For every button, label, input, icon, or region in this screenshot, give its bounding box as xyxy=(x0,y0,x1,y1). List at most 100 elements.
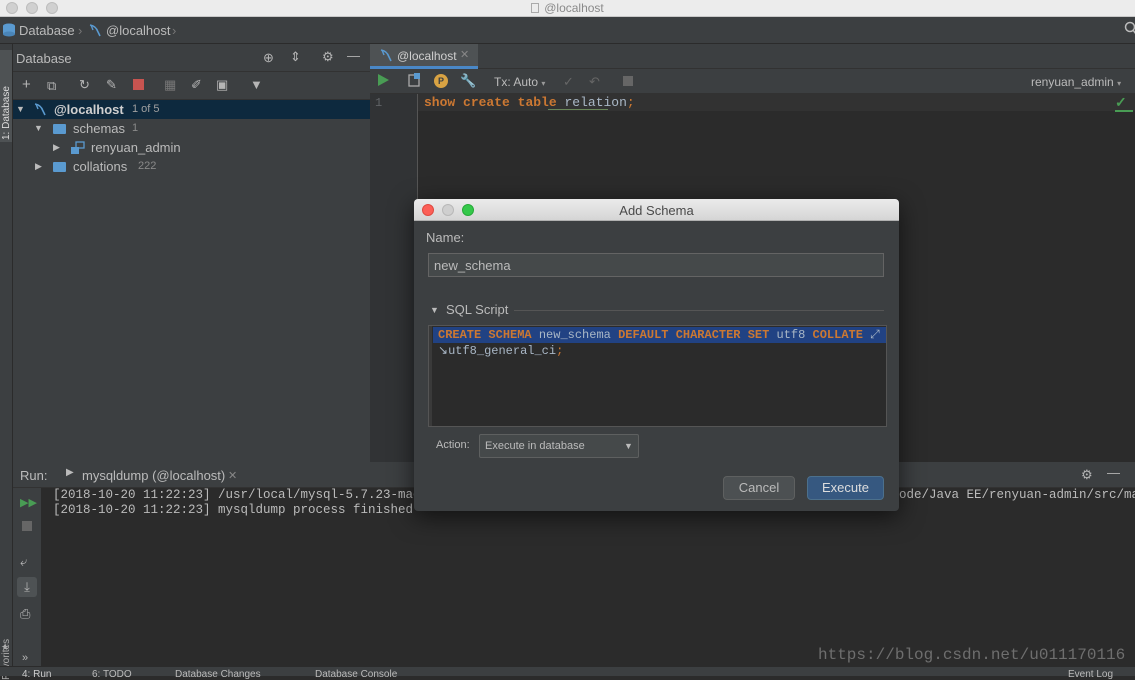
transaction-mode-dropdown[interactable]: Tx: Auto ▾ xyxy=(494,75,545,89)
sql-keyword: DEFAULT xyxy=(618,328,669,342)
breadcrumb-localhost[interactable]: @localhost xyxy=(106,23,171,38)
editor-toolbar: P 🔧 Tx: Auto ▾ ✓ ↶ renyuan_admin ▾ xyxy=(370,69,1135,94)
parameters-icon[interactable]: P xyxy=(434,74,448,88)
chevron-down-icon[interactable]: ▼ xyxy=(430,305,439,315)
more-icon[interactable]: » xyxy=(22,650,28,666)
stop-icon[interactable] xyxy=(623,76,633,86)
database-panel: Database ⊕ ⇕ ⚙ — + ⧉ ↻ ✎ ▦ ✐ ▣ ▼ ▼ @loca… xyxy=(13,44,370,462)
schema-selector[interactable]: renyuan_admin ▾ xyxy=(1031,75,1121,89)
preview-gutter xyxy=(429,326,432,426)
todo-tool-tab[interactable]: 6: TODO xyxy=(92,670,132,680)
chevron-down-icon[interactable]: ▼ xyxy=(16,100,25,119)
tree-item-renyuan-admin[interactable]: ▶ renyuan_admin xyxy=(13,138,370,157)
chevron-down-icon: ▾ xyxy=(1117,79,1122,88)
tree-item-localhost[interactable]: ▼ @localhost 1 of 5 xyxy=(13,100,370,119)
database-tree: ▼ @localhost 1 of 5 ▼ schemas 1 ▶ renyua… xyxy=(13,100,370,462)
hide-panel-icon[interactable]: — xyxy=(1107,465,1120,481)
sql-preview[interactable]: CREATE SCHEMA new_schema DEFAULT CHARACT… xyxy=(428,325,887,427)
wrap-arrow-icon: ⤢ xyxy=(870,328,880,342)
console-icon[interactable]: ▣ xyxy=(216,77,228,93)
name-label: Name: xyxy=(426,230,465,245)
sql-identifier: relation xyxy=(564,95,627,110)
bottom-toolbar: 4: Run 6: TODO Database Changes Database… xyxy=(0,666,1135,680)
line-number-gutter: 1 xyxy=(370,94,418,462)
tree-item-collations[interactable]: ▶ collations 222 xyxy=(13,157,370,176)
chevron-down-icon: ▼ xyxy=(624,441,633,451)
run-config-icon: ▶ xyxy=(66,467,74,478)
user-label: renyuan_admin xyxy=(1031,75,1114,89)
action-label: Action: xyxy=(436,439,470,451)
rerun-icon[interactable]: ▶▶ xyxy=(20,495,37,511)
action-select[interactable]: Execute in database ▼ xyxy=(479,434,639,458)
search-icon[interactable] xyxy=(1124,21,1135,38)
sql-script-section[interactable]: SQL Script xyxy=(446,302,508,317)
scroll-to-end-icon[interactable]: ⤓ xyxy=(17,577,37,597)
sql-identifier: new_schema xyxy=(538,328,611,342)
wrench-icon[interactable]: 🔧 xyxy=(460,73,476,89)
sql-identifier: utf8 xyxy=(776,328,806,342)
refresh-icon[interactable]: ↻ xyxy=(79,77,90,93)
properties-icon[interactable]: ✎ xyxy=(106,77,117,93)
database-changes-tab[interactable]: Database Changes xyxy=(175,670,261,680)
console-line-1: [2018-10-20 11:22:23] /usr/local/mysql-5… xyxy=(53,488,444,502)
gear-icon[interactable]: ⚙ xyxy=(322,49,334,65)
target-icon[interactable]: ⊕ xyxy=(263,50,274,66)
action-select-value: Execute in database xyxy=(485,440,585,452)
file-icon xyxy=(531,3,540,13)
filter-icon[interactable]: ▼ xyxy=(250,77,263,93)
soft-wrap-icon[interactable]: ⤶ xyxy=(20,554,27,570)
schema-name-input[interactable] xyxy=(428,253,884,277)
gear-icon[interactable]: ⚙ xyxy=(1081,467,1093,483)
add-icon[interactable]: + xyxy=(22,77,31,93)
section-divider xyxy=(514,310,884,311)
copy-icon[interactable]: ⧉ xyxy=(47,78,56,94)
watermark: https://blog.csdn.net/u011170116 xyxy=(818,646,1126,664)
code-line-1[interactable]: show create table relation; xyxy=(424,95,635,110)
tree-item-count: 1 of 5 xyxy=(132,103,160,115)
run-tool-tab[interactable]: 4: Run xyxy=(22,670,51,680)
window-titlebar: @localhost xyxy=(0,0,1135,17)
add-schema-dialog: Add Schema Name: ▼ SQL Script CREATE SCH… xyxy=(414,199,899,511)
chevron-down-icon: ▾ xyxy=(541,79,546,88)
window-title: @localhost xyxy=(0,0,1135,16)
breadcrumb-separator: › xyxy=(172,23,177,38)
sql-keyword: table xyxy=(517,95,557,110)
tab-localhost[interactable]: @localhost ✕ xyxy=(370,44,478,69)
hide-panel-icon[interactable]: — xyxy=(347,48,360,64)
chevron-right-icon[interactable]: ▶ xyxy=(35,157,42,176)
cancel-button[interactable]: Cancel xyxy=(723,476,795,500)
explain-plan-icon[interactable] xyxy=(408,73,422,91)
sql-punct: ; xyxy=(626,95,635,110)
rollback-icon[interactable]: ↶ xyxy=(589,74,600,90)
chevron-right-icon[interactable]: ▶ xyxy=(53,138,60,157)
stop-icon[interactable] xyxy=(133,79,144,90)
execute-button[interactable]: Execute xyxy=(807,476,884,500)
tree-item-schemas[interactable]: ▼ schemas 1 xyxy=(13,119,370,138)
line-number: 1 xyxy=(375,96,383,110)
database-tool-label[interactable]: 1: Database xyxy=(1,86,12,140)
console-line-2: [2018-10-20 11:22:23] mysqldump process … xyxy=(53,503,414,517)
sql-punct: ; xyxy=(556,344,564,358)
sql-preview-line-2: ↘utf8_general_ci; xyxy=(438,343,563,359)
database-console-tab[interactable]: Database Console xyxy=(315,670,397,680)
commit-icon[interactable]: ✓ xyxy=(563,74,574,90)
sql-keyword: SET xyxy=(747,328,770,342)
collapse-icon[interactable]: ⇕ xyxy=(290,49,301,65)
database-panel-header: Database ⊕ ⇕ ⚙ — xyxy=(13,44,370,72)
sql-keyword: SCHEMA xyxy=(488,328,532,342)
close-tab-icon[interactable]: ✕ xyxy=(228,469,237,482)
table-icon[interactable]: ▦ xyxy=(164,77,176,93)
wrap-continuation-icon: ↘ xyxy=(438,344,449,358)
print-icon[interactable]: ⎙ xyxy=(20,606,30,622)
close-tab-icon[interactable]: ✕ xyxy=(460,48,469,61)
run-tab[interactable]: mysqldump (@localhost) xyxy=(82,468,225,483)
stop-icon[interactable] xyxy=(22,521,32,531)
database-toolbar: + ⧉ ↻ ✎ ▦ ✐ ▣ ▼ xyxy=(13,72,370,100)
breadcrumb-database[interactable]: Database xyxy=(19,23,75,38)
edit-icon[interactable]: ✐ xyxy=(191,77,202,93)
statement-underline xyxy=(548,109,608,110)
chevron-down-icon[interactable]: ▼ xyxy=(34,119,43,138)
run-icon[interactable] xyxy=(378,74,389,90)
tree-item-label: @localhost xyxy=(54,102,124,117)
event-log-tab[interactable]: Event Log xyxy=(1068,670,1113,680)
